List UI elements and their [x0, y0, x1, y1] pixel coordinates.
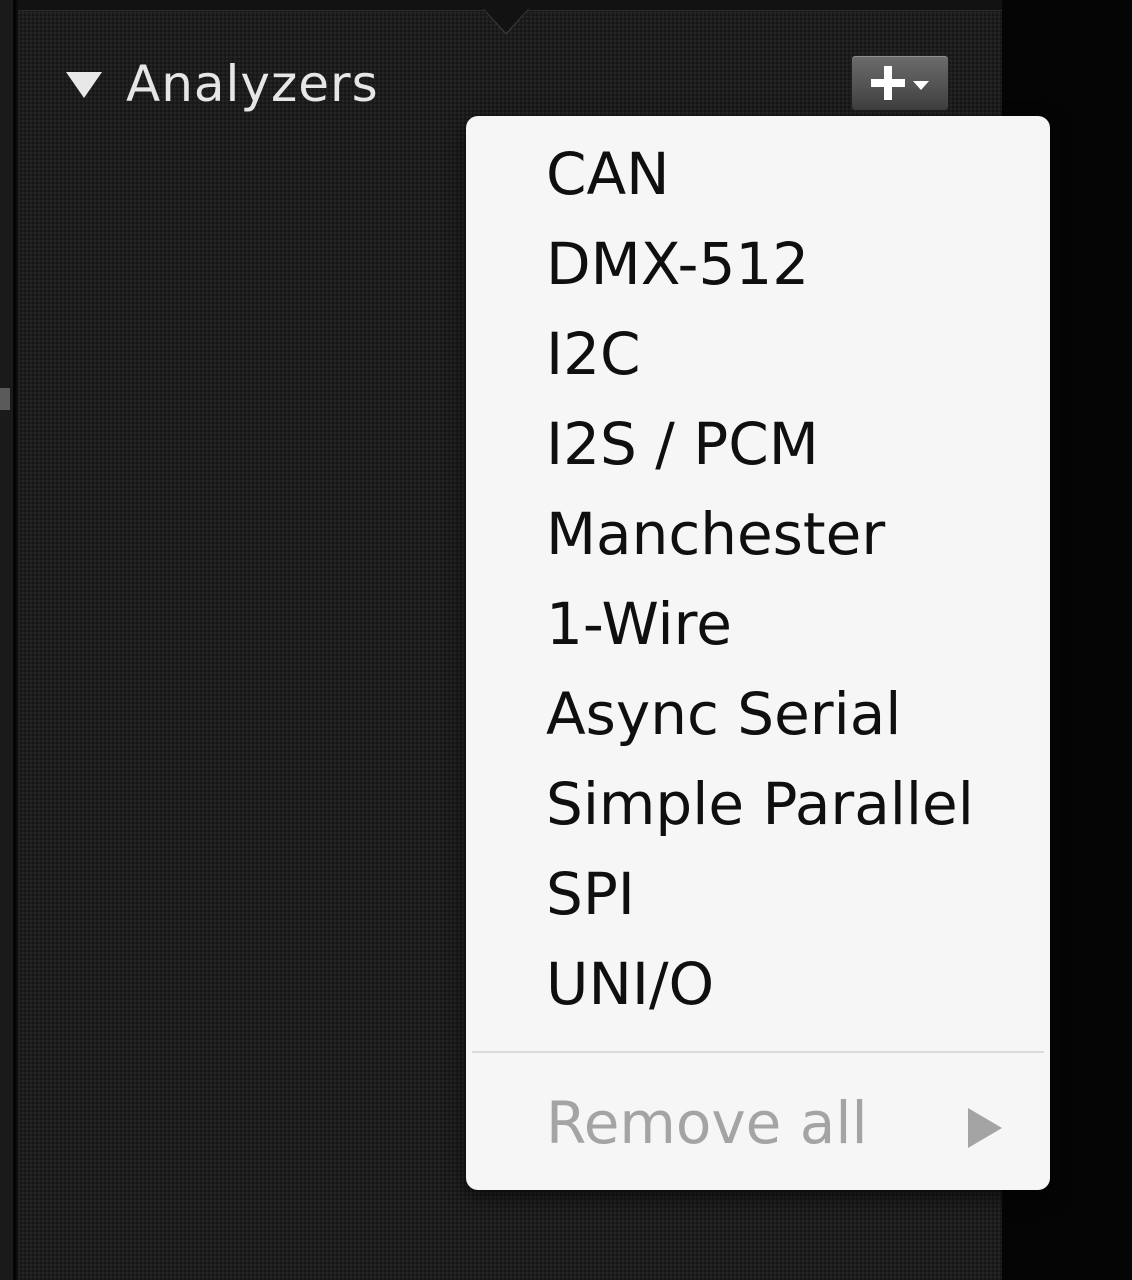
splitter-handle[interactable] [0, 388, 10, 410]
menu-item-uni-o[interactable]: UNI/O [466, 939, 1050, 1029]
menu-item-1-wire[interactable]: 1-Wire [466, 579, 1050, 669]
left-panel-edge [0, 0, 13, 1280]
analyzers-section-header[interactable]: Analyzers [66, 52, 379, 116]
app-screen: Analyzers CAN DMX-512 I2C I2S / PCM Manc… [0, 0, 1132, 1280]
menu-item-i2c[interactable]: I2C [466, 309, 1050, 399]
disclosure-triangle-down-icon[interactable] [66, 72, 102, 98]
menu-item-list: CAN DMX-512 I2C I2S / PCM Manchester 1-W… [466, 129, 1050, 1029]
menu-item-i2s-pcm[interactable]: I2S / PCM [466, 399, 1050, 489]
menu-item-manchester[interactable]: Manchester [466, 489, 1050, 579]
submenu-arrow-icon [968, 1108, 1002, 1148]
add-analyzer-button[interactable] [851, 55, 949, 111]
menu-item-can[interactable]: CAN [466, 129, 1050, 219]
panel-notch [484, 9, 528, 33]
menu-separator [472, 1051, 1044, 1053]
menu-item-spi[interactable]: SPI [466, 849, 1050, 939]
menu-item-async-serial[interactable]: Async Serial [466, 669, 1050, 759]
menu-item-simple-parallel[interactable]: Simple Parallel [466, 759, 1050, 849]
chevron-down-icon [913, 80, 929, 90]
analyzer-dropdown-menu: CAN DMX-512 I2C I2S / PCM Manchester 1-W… [466, 116, 1050, 1190]
menu-item-remove-all[interactable]: Remove all [466, 1078, 1050, 1168]
menu-item-dmx-512[interactable]: DMX-512 [466, 219, 1050, 309]
plus-icon [871, 66, 905, 100]
section-title: Analyzers [126, 55, 379, 113]
